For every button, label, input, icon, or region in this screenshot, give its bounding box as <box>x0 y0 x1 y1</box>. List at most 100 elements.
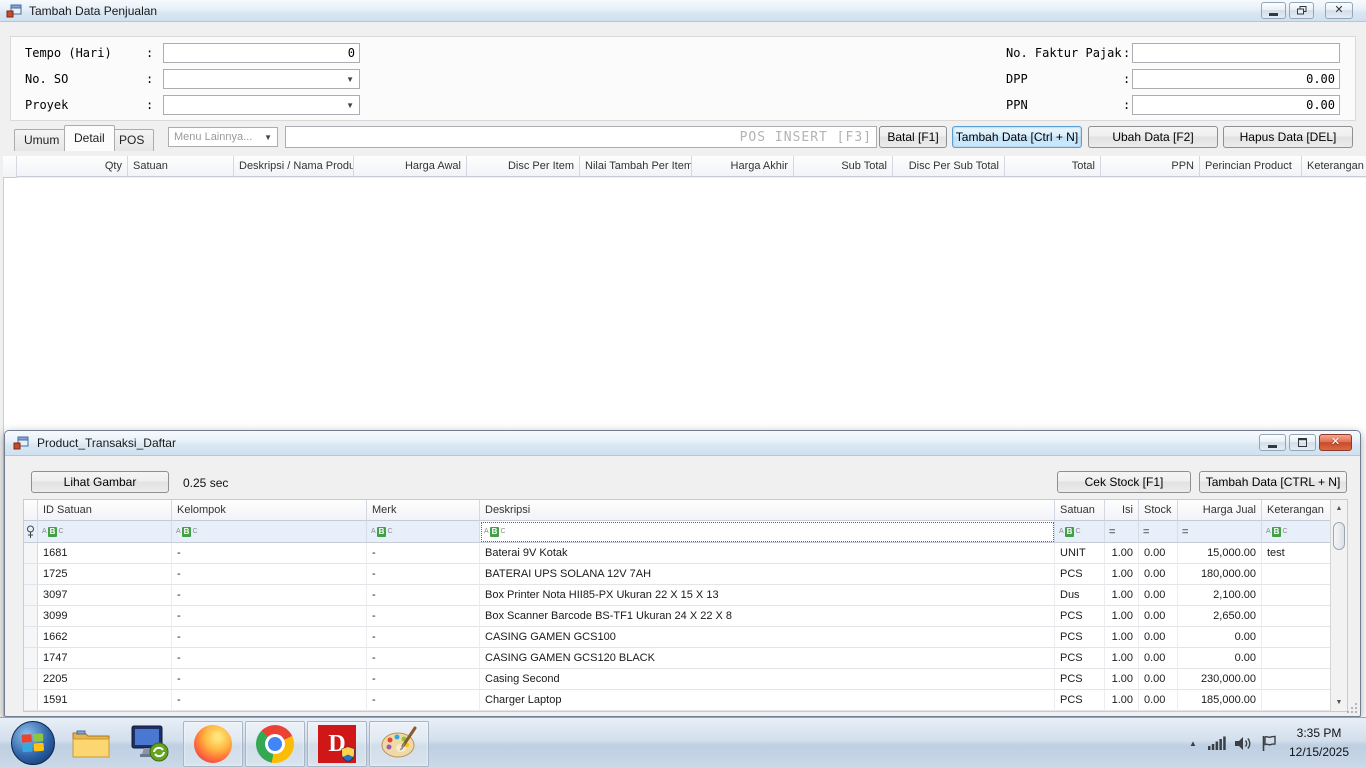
row-indicator <box>24 564 38 585</box>
ubah-data-button[interactable]: Ubah Data [F2] <box>1088 126 1218 148</box>
product-row[interactable]: 1747--CASING GAMEN GCS120 BLACKPCS1.000.… <box>24 648 1332 669</box>
product-row[interactable]: 1662--CASING GAMEN GCS100PCS1.000.000.00 <box>24 627 1332 648</box>
ppn-input[interactable] <box>1132 95 1340 115</box>
column-header[interactable]: Satuan <box>128 156 234 177</box>
column-header[interactable]: Isi <box>1105 500 1139 521</box>
row-indicator <box>24 585 38 606</box>
column-header[interactable]: Perincian Product <box>1200 156 1302 177</box>
volume-tray-icon[interactable] <box>1230 721 1256 765</box>
close-button[interactable]: ✕ <box>1319 434 1352 451</box>
cell: 0.00 <box>1139 564 1178 585</box>
restore-button[interactable] <box>1289 2 1314 19</box>
column-header[interactable]: Sub Total <box>794 156 893 177</box>
column-header[interactable]: Deskripsi / Nama Product <box>234 156 354 177</box>
product-row[interactable]: 1725--BATERAI UPS SOLANA 12V 7AHPCS1.000… <box>24 564 1332 585</box>
taskbar-file-explorer[interactable] <box>64 721 118 765</box>
column-header[interactable]: Keterangan <box>1262 500 1332 521</box>
proyek-combobox[interactable]: ▼ <box>163 95 360 115</box>
pos-insert-input[interactable] <box>285 126 877 148</box>
column-header[interactable]: Harga Jual <box>1178 500 1262 521</box>
taskbar-accounting-app[interactable]: D <box>307 721 367 767</box>
product-row[interactable]: 3097--Box Printer Nota HII85-PX Ukuran 2… <box>24 585 1332 606</box>
cell: - <box>367 648 480 669</box>
tab-detail[interactable]: Detail <box>64 125 115 151</box>
column-header[interactable]: Disc Per Item <box>467 156 580 177</box>
filter-cell[interactable]: ABC <box>172 521 367 543</box>
paint-icon <box>379 726 419 762</box>
filter-cell[interactable]: ABC <box>367 521 480 543</box>
taskbar-remote-desktop[interactable] <box>122 721 176 765</box>
filter-cell[interactable]: ABC <box>1055 521 1105 543</box>
filter-cell[interactable]: = <box>1139 521 1178 543</box>
minimize-button[interactable] <box>1261 2 1286 19</box>
cell: 1725 <box>38 564 172 585</box>
popup-tambah-data-button[interactable]: Tambah Data [CTRL + N] <box>1199 471 1347 493</box>
filter-cell[interactable]: ABC <box>1262 521 1332 543</box>
column-header[interactable]: Harga Akhir <box>692 156 794 177</box>
tempo-input[interactable] <box>163 43 360 63</box>
no-so-combobox[interactable]: ▼ <box>163 69 360 89</box>
hidden-icons-button[interactable]: ▲ <box>1182 721 1204 765</box>
cek-stock-button[interactable]: Cek Stock [F1] <box>1057 471 1191 493</box>
column-header[interactable]: Stock <box>1139 500 1178 521</box>
column-header[interactable]: Disc Per Sub Total <box>893 156 1005 177</box>
taskbar-chrome[interactable] <box>245 721 305 767</box>
column-header[interactable]: Harga Awal <box>354 156 467 177</box>
cell: 0.00 <box>1139 690 1178 711</box>
resize-grip[interactable] <box>1346 702 1358 714</box>
scroll-up-button[interactable]: ▲ <box>1331 500 1347 517</box>
cell: 1662 <box>38 627 172 648</box>
column-header[interactable]: Keterangan <box>1302 156 1366 177</box>
filter-cell[interactable]: ABC <box>38 521 172 543</box>
close-button[interactable]: ✕ <box>1325 2 1353 19</box>
main-window-title: Tambah Data Penjualan <box>29 4 157 18</box>
no-faktur-pajak-input[interactable] <box>1132 43 1340 63</box>
start-button[interactable] <box>8 721 58 765</box>
scrollbar-thumb[interactable] <box>1333 522 1345 550</box>
cell: BATERAI UPS SOLANA 12V 7AH <box>480 564 1055 585</box>
filter-cell[interactable]: = <box>1105 521 1139 543</box>
tambah-data-button[interactable]: Tambah Data [Ctrl + N] <box>952 126 1082 148</box>
cell: - <box>172 627 367 648</box>
maximize-button[interactable] <box>1289 434 1316 451</box>
equals-filter-icon: = <box>1182 526 1188 538</box>
menu-lainnya-dropdown[interactable]: Menu Lainnya... ▼ <box>168 127 278 147</box>
product-row[interactable]: 1591--Charger LaptopPCS1.000.00185,000.0… <box>24 690 1332 711</box>
product-grid-body: 1681--Baterai 9V KotakUNIT1.000.0015,000… <box>24 543 1332 711</box>
product-row[interactable]: 1681--Baterai 9V KotakUNIT1.000.0015,000… <box>24 543 1332 564</box>
column-header[interactable]: Satuan <box>1055 500 1105 521</box>
lihat-gambar-button[interactable]: Lihat Gambar <box>31 471 169 493</box>
column-header[interactable]: Deskripsi <box>480 500 1055 521</box>
minimize-button[interactable] <box>1259 434 1286 451</box>
vertical-scrollbar[interactable]: ▲ ▼ <box>1330 500 1347 711</box>
network-tray-icon[interactable] <box>1204 721 1230 765</box>
hapus-data-button[interactable]: Hapus Data [DEL] <box>1223 126 1353 148</box>
cell: Baterai 9V Kotak <box>480 543 1055 564</box>
column-header[interactable]: ID Satuan <box>38 500 172 521</box>
product-row[interactable]: 2205--Casing SecondPCS1.000.00230,000.00 <box>24 669 1332 690</box>
tab-umum[interactable]: Umum <box>14 129 69 151</box>
column-header[interactable]: Nilai Tambah Per Item <box>580 156 692 177</box>
scroll-down-button[interactable]: ▼ <box>1331 694 1347 711</box>
dpp-input[interactable] <box>1132 69 1340 89</box>
filter-cell[interactable]: ABC <box>480 521 1055 543</box>
popup-titlebar[interactable]: Product_Transaksi_Daftar ✕ <box>5 431 1360 456</box>
taskbar-firefox[interactable] <box>183 721 243 767</box>
remote-desktop-icon <box>128 724 170 762</box>
column-header[interactable]: Total <box>1005 156 1101 177</box>
cell: 1.00 <box>1105 648 1139 669</box>
batal-button[interactable]: Batal [F1] <box>879 126 947 148</box>
main-titlebar[interactable]: Tambah Data Penjualan ✕ <box>0 0 1366 22</box>
column-header[interactable]: Kelompok <box>172 500 367 521</box>
signal-bars-icon <box>1208 736 1226 750</box>
column-header[interactable]: PPN <box>1101 156 1200 177</box>
filter-cell[interactable]: = <box>1178 521 1262 543</box>
column-header[interactable]: Qty <box>17 156 128 177</box>
taskbar-clock[interactable]: 3:35 PM 12/15/2025 <box>1276 724 1362 762</box>
tab-pos[interactable]: POS <box>109 129 154 151</box>
product-row[interactable]: 3099--Box Scanner Barcode BS-TF1 Ukuran … <box>24 606 1332 627</box>
taskbar-paint[interactable] <box>369 721 429 767</box>
cell: - <box>172 669 367 690</box>
column-header[interactable]: Merk <box>367 500 480 521</box>
cell: - <box>367 627 480 648</box>
